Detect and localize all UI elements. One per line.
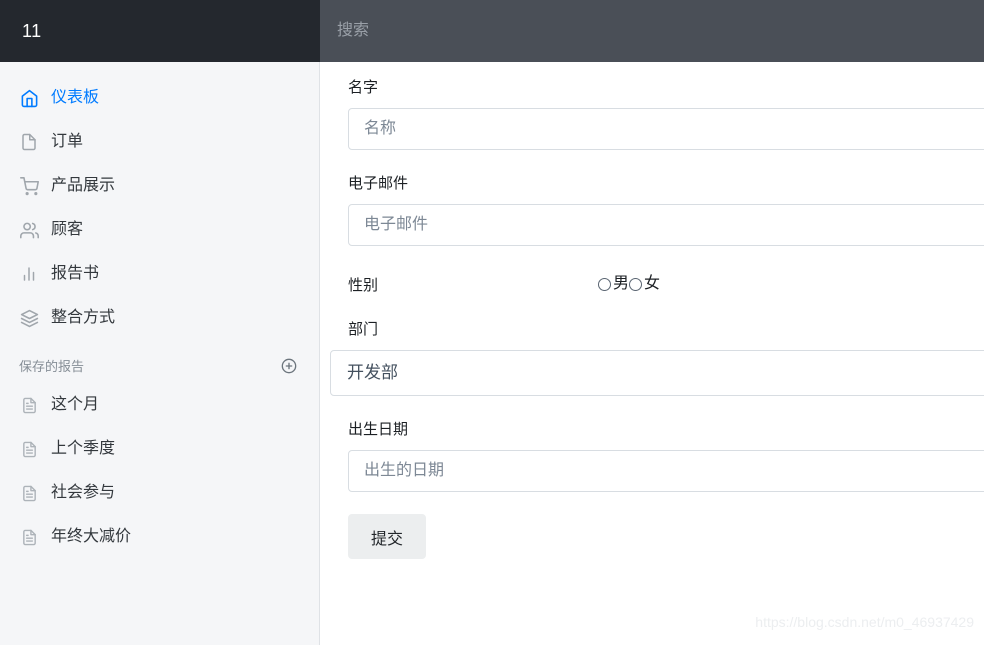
birthday-input[interactable] — [348, 450, 984, 492]
brand-bar: 11 — [0, 0, 320, 62]
radio-circle-icon[interactable] — [598, 277, 611, 291]
saved-report-year-end-sale[interactable]: 年终大减价 — [0, 515, 319, 559]
gender-label: 性别 — [348, 276, 379, 294]
email-input[interactable] — [348, 204, 984, 246]
main-content: 名字 电子邮件 性别 男 女 — [321, 62, 984, 645]
gender-option-label: 女 — [644, 275, 661, 292]
user-form: 名字 电子邮件 性别 男 女 — [321, 62, 984, 559]
name-input[interactable] — [348, 108, 984, 150]
sidebar-item-label: 订单 — [51, 133, 84, 150]
sidebar-item-products[interactable]: 产品展示 — [0, 164, 319, 208]
sidebar-item-label: 报告书 — [51, 265, 100, 282]
saved-reports-header: 保存的报告 — [0, 340, 319, 383]
search-bar — [320, 0, 984, 62]
saved-report-this-month[interactable]: 这个月 — [0, 383, 319, 427]
saved-report-label: 这个月 — [51, 396, 100, 413]
department-select[interactable]: 开发部 — [330, 350, 984, 396]
gender-option-female[interactable]: 女 — [629, 276, 660, 292]
file-icon — [19, 132, 39, 152]
sidebar-item-label: 产品展示 — [51, 177, 116, 194]
gender-option-label: 男 — [613, 275, 630, 292]
saved-report-label: 上个季度 — [51, 440, 116, 457]
file-text-icon — [19, 395, 39, 415]
home-icon — [19, 88, 39, 108]
birthday-label: 出生日期 — [348, 421, 409, 438]
sidebar-item-label: 顾客 — [51, 221, 84, 238]
file-text-icon — [19, 483, 39, 503]
email-label: 电子邮件 — [348, 175, 409, 192]
file-text-icon — [19, 527, 39, 547]
gender-option-male[interactable]: 男 — [598, 276, 629, 292]
users-icon — [19, 220, 39, 240]
saved-report-social-engagement[interactable]: 社会参与 — [0, 471, 319, 515]
saved-report-label: 年终大减价 — [51, 528, 132, 545]
submit-button[interactable]: 提交 — [348, 514, 427, 559]
sidebar-item-reports[interactable]: 报告书 — [0, 252, 319, 296]
bar-chart-icon — [19, 264, 39, 284]
search-input[interactable] — [320, 11, 720, 51]
department-label: 部门 — [348, 321, 379, 338]
sidebar-item-label: 整合方式 — [51, 309, 116, 326]
sidebar-item-customers[interactable]: 顾客 — [0, 208, 319, 252]
sidebar-item-label: 仪表板 — [51, 89, 100, 106]
file-text-icon — [19, 439, 39, 459]
saved-reports-title: 保存的报告 — [19, 359, 85, 374]
sidebar-item-integrations[interactable]: 整合方式 — [0, 296, 319, 340]
saved-report-last-quarter[interactable]: 上个季度 — [0, 427, 319, 471]
sidebar-item-dashboard[interactable]: 仪表板 — [0, 76, 319, 120]
sidebar: 仪表板 订单 产品展示 顾客 报告书 整合方式 保存的报告 这个月 上个季度 社… — [0, 62, 320, 645]
plus-circle-icon[interactable] — [281, 358, 297, 374]
sidebar-item-orders[interactable]: 订单 — [0, 120, 319, 164]
gender-row: 性别 男 女 — [348, 272, 984, 296]
brand-logo[interactable]: 11 — [0, 22, 42, 40]
name-label: 名字 — [348, 79, 379, 96]
watermark-text: https://blog.csdn.net/m0_46937429 — [755, 614, 974, 630]
app-root: 11 仪表板 订单 产品展示 顾客 — [0, 0, 984, 645]
gender-radio-group: 男 女 — [598, 276, 660, 292]
saved-report-label: 社会参与 — [51, 484, 116, 501]
layers-icon — [19, 308, 39, 328]
shopping-cart-icon — [19, 176, 39, 196]
radio-circle-icon[interactable] — [629, 277, 643, 291]
